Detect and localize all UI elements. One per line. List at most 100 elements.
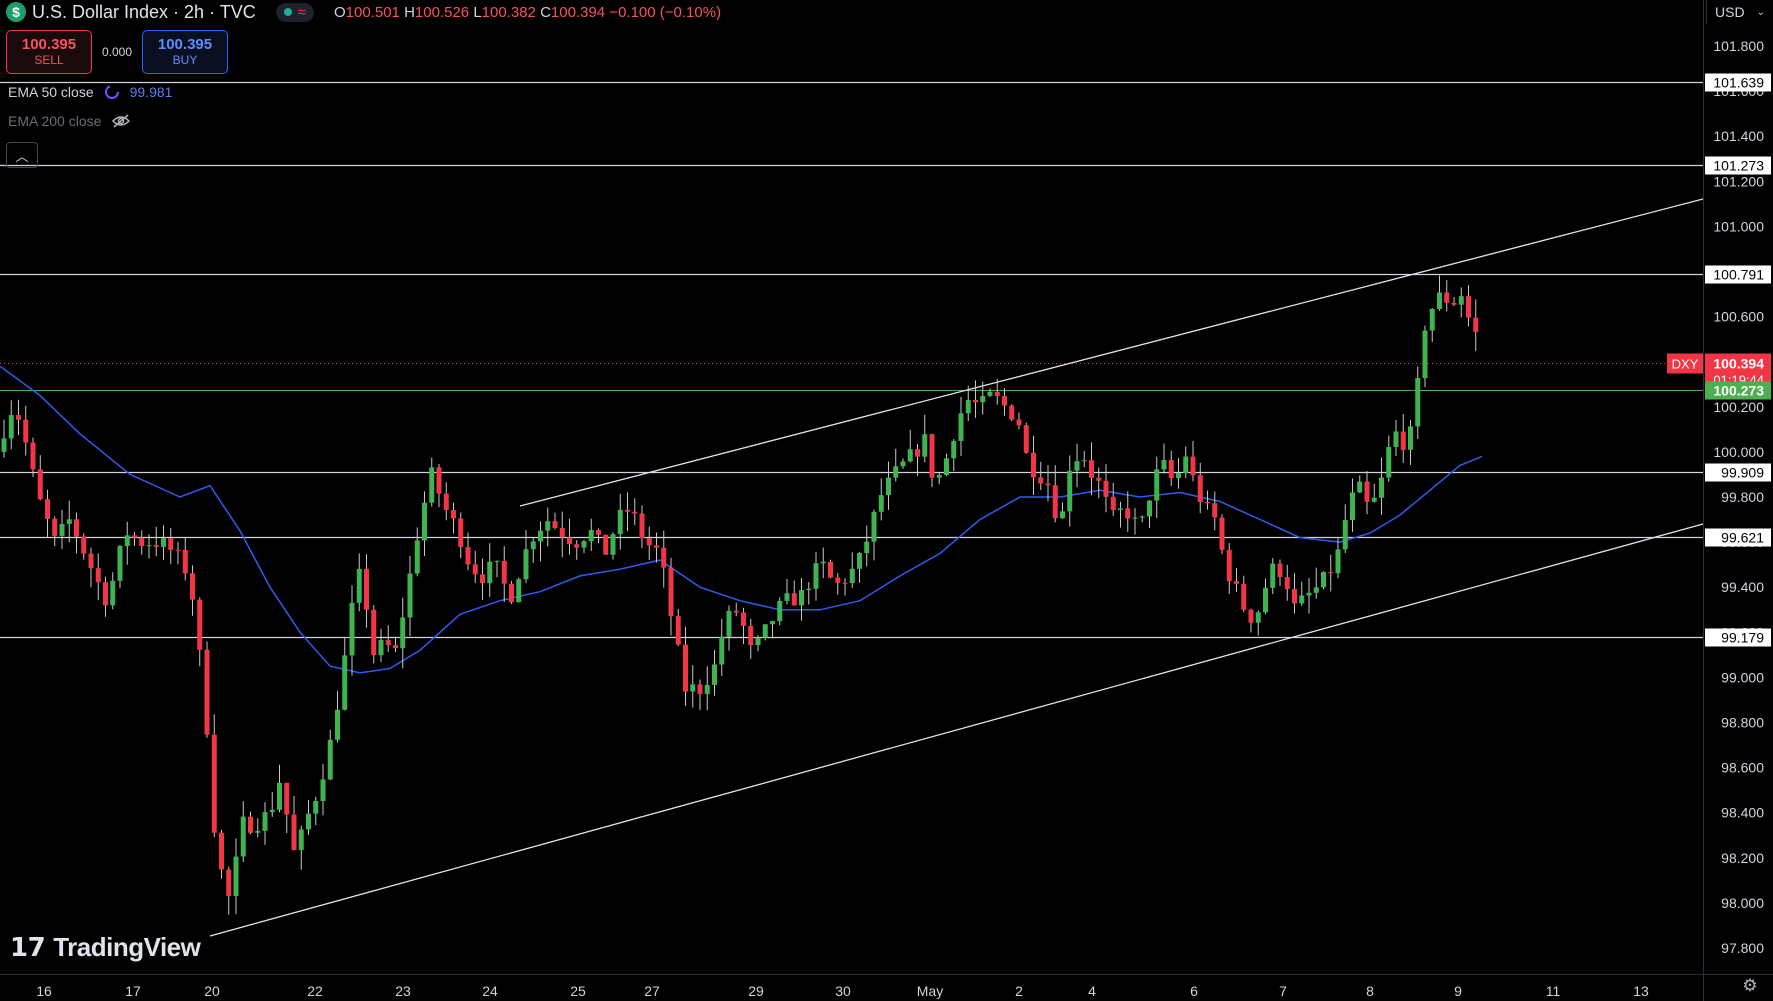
candle-body <box>1154 469 1160 501</box>
candle-body <box>219 832 224 870</box>
price-tick-label: 100.000 <box>1713 444 1764 460</box>
candle-body <box>342 655 348 710</box>
candle-body <box>748 625 754 646</box>
candle-body <box>581 541 587 548</box>
chart-header: $ U.S. Dollar Index · 2h · TVC ≈ O100.50… <box>6 0 721 24</box>
price-change: −0.100 (−0.10%) <box>609 3 722 21</box>
candle-body <box>1284 577 1290 589</box>
candle-body <box>364 568 369 610</box>
candle-body <box>1350 492 1355 521</box>
candle-body <box>1328 572 1334 574</box>
candle-body <box>8 415 14 439</box>
chevron-down-icon: ⌄ <box>1756 6 1765 18</box>
candle-body <box>516 579 522 603</box>
candle-body <box>494 560 500 562</box>
candle-body <box>1263 587 1268 613</box>
candle-body <box>1255 612 1261 623</box>
market-status[interactable]: ≈ <box>275 2 314 22</box>
indicator-ema50[interactable]: EMA 50 close 99.981 <box>8 84 172 100</box>
candle-body <box>52 518 58 536</box>
dollar-coin-icon: $ <box>6 2 26 22</box>
price-tick-label: 98.400 <box>1721 805 1764 821</box>
time-tick-label: 25 <box>570 983 586 999</box>
candle-body <box>1023 425 1029 453</box>
spread-value: 0.000 <box>101 45 133 59</box>
candle <box>1321 571 1326 590</box>
candle-body <box>1451 302 1457 305</box>
candle-body <box>545 521 551 531</box>
candle-body <box>458 518 464 548</box>
currency-selector[interactable]: USD ⌄ <box>1706 0 1770 24</box>
candle-body <box>1466 296 1471 318</box>
candle-body <box>1386 446 1392 478</box>
time-tick-label: 29 <box>748 983 764 999</box>
candle-body <box>1473 317 1479 332</box>
candle-body <box>132 535 137 538</box>
candle-body <box>175 549 181 551</box>
candle-body <box>472 564 478 575</box>
candle-body <box>37 469 43 500</box>
candle <box>603 534 609 555</box>
candle-body <box>393 645 398 649</box>
candle-body <box>878 495 884 512</box>
candle-body <box>1400 431 1406 450</box>
price-tick-label: 99.000 <box>1721 669 1764 685</box>
settings-gear-icon[interactable]: ⚙ <box>1736 974 1764 998</box>
candle-body <box>951 441 957 459</box>
candle-body <box>675 616 681 645</box>
candle-body <box>1422 330 1428 379</box>
time-tick-label: 13 <box>1633 983 1649 999</box>
candle-body <box>835 577 841 583</box>
candle-body <box>240 816 246 857</box>
symbol-tag: DXY <box>1672 357 1699 372</box>
chevron-up-icon: ︿ <box>15 148 29 164</box>
time-tick-label: 16 <box>36 983 52 999</box>
candle <box>1219 514 1225 555</box>
candle-body <box>277 782 282 810</box>
candle-body <box>1219 517 1225 550</box>
candle-body <box>313 801 319 814</box>
candle-body <box>632 511 638 514</box>
candle-body <box>762 624 768 638</box>
buy-button[interactable]: 100.395 BUY <box>142 30 228 74</box>
candle-body <box>893 466 899 478</box>
candle-body <box>1371 497 1377 502</box>
candle-body <box>842 582 848 584</box>
candle-body <box>1081 460 1087 462</box>
candle-body <box>871 511 877 542</box>
candle-body <box>1306 592 1312 596</box>
candle-body <box>1270 563 1276 588</box>
candle-body <box>1161 460 1167 470</box>
collapse-legend-button[interactable]: ︿ <box>6 142 38 168</box>
candle-body <box>262 812 268 831</box>
time-tick-label: 6 <box>1190 983 1198 999</box>
price-chart[interactable]: 97.800 98.000 98.200 98.400 98.600 98.800 99.0… <box>0 0 1773 1001</box>
candle-body <box>356 568 362 603</box>
candle-body <box>103 582 108 606</box>
candle-body <box>1125 508 1131 519</box>
indicator-ema200[interactable]: EMA 200 close <box>8 113 131 129</box>
price-tick-label: 100.200 <box>1713 399 1764 415</box>
candle-body <box>1408 426 1413 450</box>
level-label: 100.791 <box>1713 267 1764 283</box>
candle-body <box>45 499 50 519</box>
candle-body <box>161 538 166 547</box>
price-tick-label: 98.000 <box>1721 895 1764 911</box>
candle-body <box>146 545 152 547</box>
candle-body <box>1212 503 1218 518</box>
last-price-label: 100.394 <box>1713 356 1764 372</box>
symbol-title[interactable]: U.S. Dollar Index · 2h · TVC <box>32 2 256 23</box>
candle-body <box>1045 483 1051 486</box>
candle-body <box>1038 477 1044 484</box>
sell-button[interactable]: 100.395 SELL <box>6 30 92 74</box>
candle-body <box>197 599 203 650</box>
candle-body <box>944 458 949 476</box>
candle-body <box>451 510 456 519</box>
price-tick-label: 99.800 <box>1721 489 1764 505</box>
time-tick-label: 11 <box>1546 983 1561 999</box>
time-tick-label: 27 <box>644 983 660 999</box>
eye-hidden-icon[interactable] <box>111 113 131 129</box>
candle-body <box>501 560 507 584</box>
candle <box>828 559 833 579</box>
candle-body <box>864 541 870 554</box>
